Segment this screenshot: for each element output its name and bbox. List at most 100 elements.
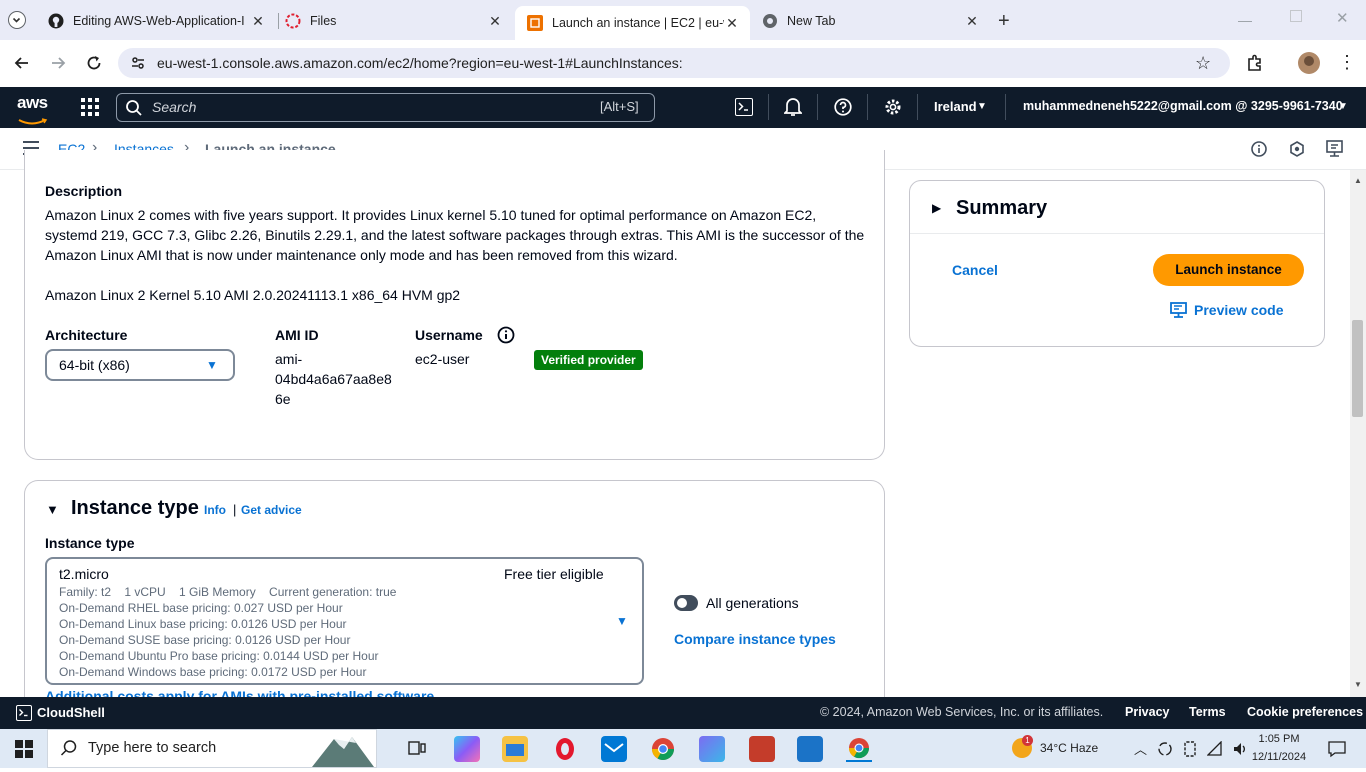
region-selector[interactable]: Ireland bbox=[934, 99, 977, 114]
instance-type-selected: t2.micro bbox=[59, 566, 109, 582]
site-info-icon[interactable] bbox=[130, 55, 146, 76]
architecture-select[interactable]: 64-bit (x86) ▼ bbox=[45, 349, 235, 381]
privacy-link[interactable]: Privacy bbox=[1125, 705, 1169, 719]
ami-name: Amazon Linux 2 Kernel 5.10 AMI 2.0.20241… bbox=[45, 287, 461, 303]
github-icon bbox=[48, 13, 64, 29]
maximize-window-icon[interactable] bbox=[1290, 10, 1302, 22]
browser-tab-new-tab[interactable]: New Tab ✕ bbox=[750, 6, 990, 36]
browser-tab-title: New Tab bbox=[787, 14, 836, 28]
all-generations-toggle[interactable] bbox=[674, 595, 698, 611]
hexagon-settings-icon[interactable] bbox=[1289, 141, 1305, 162]
reload-icon[interactable] bbox=[84, 53, 104, 78]
tab-search-icon[interactable] bbox=[8, 11, 26, 29]
instance-detail-family: Family: t2 1 vCPU 1 GiB Memory Current g… bbox=[59, 585, 397, 599]
browser-tab-strip: Editing AWS-Web-Application-I ✕ Files ✕ … bbox=[0, 0, 1366, 40]
new-tab-plus-icon[interactable]: + bbox=[998, 10, 1010, 33]
scrollbar-thumb[interactable] bbox=[1352, 320, 1363, 417]
chrome-icon bbox=[762, 13, 778, 29]
get-advice-link[interactable]: Get advice bbox=[241, 503, 302, 517]
photos-icon[interactable] bbox=[797, 736, 823, 762]
terms-link[interactable]: Terms bbox=[1189, 705, 1226, 719]
account-caret-down-icon: ▼ bbox=[1338, 101, 1348, 112]
copilot-icon[interactable] bbox=[454, 736, 480, 762]
browser-tab-title: Launch an instance | EC2 | eu-w bbox=[552, 16, 724, 30]
aws-ec2-icon bbox=[527, 15, 543, 31]
description-label: Description bbox=[45, 183, 123, 199]
instance-type-field-label: Instance type bbox=[45, 535, 135, 551]
browser-tab-github[interactable]: Editing AWS-Web-Application-I ✕ bbox=[36, 6, 276, 36]
services-grid-icon[interactable] bbox=[81, 98, 99, 121]
minimize-window-icon[interactable]: — bbox=[1238, 12, 1252, 28]
forward-arrow-icon[interactable] bbox=[48, 53, 68, 78]
username-label: Username bbox=[415, 327, 483, 343]
cloudshell-link[interactable]: CloudShell bbox=[37, 705, 105, 720]
mail-icon[interactable] bbox=[601, 736, 627, 762]
search-placeholder: Search bbox=[152, 99, 197, 115]
volume-icon[interactable] bbox=[1232, 741, 1248, 762]
caret-down-icon: ▼ bbox=[206, 358, 218, 372]
cloudshell-icon[interactable] bbox=[16, 705, 32, 721]
close-tab-icon[interactable]: ✕ bbox=[724, 15, 740, 32]
close-tab-icon[interactable]: ✕ bbox=[964, 13, 980, 30]
info-icon[interactable] bbox=[497, 326, 515, 349]
search-icon bbox=[125, 99, 143, 122]
weather-notification-badge: 1 bbox=[1022, 735, 1033, 746]
windows-start-icon[interactable] bbox=[15, 740, 33, 763]
pricing-ubuntu-pro: On-Demand Ubuntu Pro base pricing: 0.014… bbox=[59, 649, 379, 663]
additional-costs-link[interactable]: Additional costs apply for AMIs with pre… bbox=[45, 689, 434, 697]
teams-icon[interactable] bbox=[699, 736, 725, 762]
region-caret-down-icon: ▼ bbox=[977, 101, 987, 112]
cookie-preferences-link[interactable]: Cookie preferences bbox=[1247, 705, 1363, 719]
taskbar-time[interactable]: 1:05 PM bbox=[1255, 733, 1303, 745]
close-window-icon[interactable]: ✕ bbox=[1336, 9, 1349, 27]
compare-instance-types-link[interactable]: Compare instance types bbox=[674, 631, 836, 647]
tablet-icon[interactable] bbox=[1183, 741, 1197, 762]
browser-tab-files[interactable]: Files ✕ bbox=[273, 6, 513, 36]
ami-id-label: AMI ID bbox=[275, 327, 319, 343]
expand-triangle-icon[interactable]: ▶ bbox=[932, 201, 941, 215]
search-shortcut: [Alt+S] bbox=[600, 99, 639, 114]
app-icon[interactable] bbox=[749, 736, 775, 762]
info-circle-icon[interactable] bbox=[1251, 141, 1267, 162]
browser-tab-launch-instance[interactable]: Launch an instance | EC2 | eu-w ✕ bbox=[515, 6, 750, 40]
back-arrow-icon[interactable] bbox=[12, 53, 32, 78]
summary-heading: Summary bbox=[956, 197, 1048, 219]
close-tab-icon[interactable]: ✕ bbox=[487, 13, 503, 30]
all-generations-label: All generations bbox=[706, 595, 799, 611]
launch-instance-button[interactable]: Launch instance bbox=[1153, 254, 1304, 286]
settings-gear-icon[interactable] bbox=[884, 98, 902, 121]
opera-icon[interactable] bbox=[552, 736, 578, 762]
cancel-button[interactable]: Cancel bbox=[952, 262, 998, 278]
account-menu[interactable]: muhammedneneh5222@gmail.com @ 3295-9961-… bbox=[1023, 99, 1343, 113]
preview-code-icon bbox=[1170, 302, 1187, 323]
help-icon[interactable] bbox=[834, 98, 852, 121]
chrome-taskbar-icon[interactable] bbox=[650, 736, 676, 762]
collapse-triangle-icon[interactable]: ▼ bbox=[46, 502, 59, 517]
page-scrollbar[interactable]: ▲ ▼ bbox=[1350, 170, 1366, 697]
ami-id-line-1: ami- bbox=[275, 351, 303, 367]
bookmark-star-icon[interactable]: ☆ bbox=[1195, 53, 1211, 74]
show-hidden-icons-chevron-icon[interactable]: ︿ bbox=[1134, 739, 1147, 758]
browser-menu-icon[interactable]: ⋮ bbox=[1338, 52, 1356, 72]
close-tab-icon[interactable]: ✕ bbox=[250, 13, 266, 30]
feedback-monitor-icon[interactable] bbox=[1326, 140, 1344, 163]
ami-id-line-2: 04bd4a6a67aa8e8 bbox=[275, 371, 392, 387]
caret-down-icon: ▼ bbox=[616, 614, 628, 628]
chrome-active-taskbar-icon[interactable] bbox=[846, 736, 872, 762]
weather-text[interactable]: 34°C Haze bbox=[1040, 741, 1098, 755]
file-explorer-icon[interactable] bbox=[502, 736, 528, 762]
instance-type-select[interactable]: t2.micro Free tier eligible Family: t2 1… bbox=[45, 557, 644, 685]
profile-avatar[interactable] bbox=[1298, 52, 1320, 74]
extensions-icon[interactable] bbox=[1245, 53, 1265, 78]
wifi-icon[interactable] bbox=[1206, 740, 1223, 762]
preview-code-link[interactable]: Preview code bbox=[1194, 302, 1284, 318]
taskbar-date[interactable]: 12/11/2024 bbox=[1250, 751, 1308, 763]
notifications-bell-icon[interactable] bbox=[782, 97, 804, 122]
info-link[interactable]: Info bbox=[204, 503, 226, 517]
aws-search-input[interactable] bbox=[116, 93, 655, 122]
cloudshell-icon[interactable] bbox=[735, 98, 753, 116]
task-view-icon[interactable] bbox=[407, 738, 427, 763]
aws-logo[interactable]: aws bbox=[17, 93, 48, 113]
notification-center-icon[interactable] bbox=[1328, 740, 1346, 763]
sync-icon[interactable] bbox=[1157, 741, 1173, 762]
